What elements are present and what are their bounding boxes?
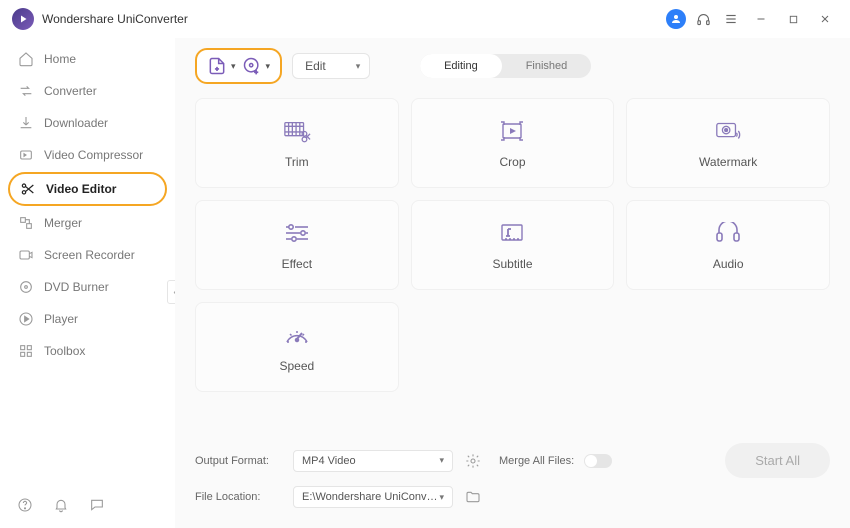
sidebar-item-converter[interactable]: Converter bbox=[8, 76, 167, 106]
converter-icon bbox=[18, 83, 34, 99]
chevron-down-icon: ▾ bbox=[439, 492, 444, 503]
add-file-button[interactable]: ▾ bbox=[207, 56, 236, 76]
scissors-icon bbox=[20, 181, 36, 197]
sidebar-item-label: Converter bbox=[44, 84, 97, 98]
merge-label: Merge All Files: bbox=[499, 455, 574, 467]
user-avatar-icon[interactable] bbox=[666, 9, 686, 29]
card-crop[interactable]: Crop bbox=[411, 98, 615, 188]
help-icon[interactable] bbox=[14, 494, 36, 516]
chevron-down-icon: ▾ bbox=[356, 61, 361, 72]
window-minimize-icon[interactable] bbox=[748, 8, 774, 30]
settings-gear-icon[interactable] bbox=[463, 451, 483, 471]
speed-icon bbox=[283, 321, 311, 349]
tab-editing[interactable]: Editing bbox=[420, 54, 502, 78]
sidebar-item-dvd-burner[interactable]: DVD Burner bbox=[8, 272, 167, 302]
sidebar-item-downloader[interactable]: Downloader bbox=[8, 108, 167, 138]
card-speed[interactable]: Speed bbox=[195, 302, 399, 392]
chevron-down-icon: ▾ bbox=[266, 61, 271, 72]
add-media-group: ▾ ▾ bbox=[195, 48, 282, 84]
card-watermark[interactable]: Watermark bbox=[626, 98, 830, 188]
effect-icon bbox=[283, 219, 311, 247]
sidebar-item-video-editor[interactable]: Video Editor bbox=[8, 172, 167, 206]
headset-icon[interactable] bbox=[692, 8, 714, 30]
disc-icon bbox=[18, 279, 34, 295]
card-subtitle[interactable]: Subtitle bbox=[411, 200, 615, 290]
sidebar-item-label: Player bbox=[44, 312, 78, 326]
chevron-down-icon: ▾ bbox=[231, 61, 236, 72]
app-title: Wondershare UniConverter bbox=[42, 12, 666, 26]
card-label: Audio bbox=[713, 257, 744, 271]
compress-icon bbox=[18, 147, 34, 163]
edit-dropdown-label: Edit bbox=[305, 59, 326, 73]
start-all-button[interactable]: Start All bbox=[725, 443, 830, 478]
card-effect[interactable]: Effect bbox=[195, 200, 399, 290]
chevron-down-icon: ▾ bbox=[439, 455, 444, 466]
home-icon bbox=[18, 51, 34, 67]
watermark-icon bbox=[714, 117, 742, 145]
download-icon bbox=[18, 115, 34, 131]
merge-icon bbox=[18, 215, 34, 231]
menu-icon[interactable] bbox=[720, 8, 742, 30]
window-close-icon[interactable] bbox=[812, 8, 838, 30]
output-format-label: Output Format: bbox=[195, 455, 283, 467]
subtitle-icon bbox=[498, 219, 526, 247]
card-label: Trim bbox=[285, 155, 309, 169]
sidebar-item-compressor[interactable]: Video Compressor bbox=[8, 140, 167, 170]
grid-icon bbox=[18, 343, 34, 359]
card-trim[interactable]: Trim bbox=[195, 98, 399, 188]
card-audio[interactable]: Audio bbox=[626, 200, 830, 290]
sidebar-item-player[interactable]: Player bbox=[8, 304, 167, 334]
card-label: Speed bbox=[279, 359, 314, 373]
record-icon bbox=[18, 247, 34, 263]
output-format-select[interactable]: MP4 Video ▾ bbox=[293, 450, 453, 472]
sidebar-item-label: Home bbox=[44, 52, 76, 66]
card-label: Crop bbox=[499, 155, 525, 169]
output-format-value: MP4 Video bbox=[302, 455, 356, 467]
sidebar-item-label: Screen Recorder bbox=[44, 248, 135, 262]
edit-dropdown[interactable]: Edit ▾ bbox=[292, 53, 370, 79]
sidebar-item-screen-recorder[interactable]: Screen Recorder bbox=[8, 240, 167, 270]
sidebar-item-label: Video Editor bbox=[46, 182, 116, 196]
sidebar-item-label: Toolbox bbox=[44, 344, 85, 358]
file-location-select[interactable]: E:\Wondershare UniConverter ▾ bbox=[293, 486, 453, 508]
sidebar-item-home[interactable]: Home bbox=[8, 44, 167, 74]
sidebar-item-label: Downloader bbox=[44, 116, 108, 130]
merge-toggle[interactable] bbox=[584, 454, 612, 468]
card-label: Subtitle bbox=[492, 257, 532, 271]
play-icon bbox=[18, 311, 34, 327]
bell-icon[interactable] bbox=[50, 494, 72, 516]
tab-finished[interactable]: Finished bbox=[502, 54, 592, 78]
add-disc-button[interactable]: ▾ bbox=[242, 56, 271, 76]
file-location-label: File Location: bbox=[195, 491, 283, 503]
audio-icon bbox=[714, 219, 742, 247]
sidebar-item-label: Merger bbox=[44, 216, 82, 230]
file-location-value: E:\Wondershare UniConverter bbox=[302, 491, 439, 503]
sidebar-item-toolbox[interactable]: Toolbox bbox=[8, 336, 167, 366]
status-tabs: Editing Finished bbox=[420, 54, 591, 78]
sidebar-item-label: Video Compressor bbox=[44, 148, 143, 162]
feedback-icon[interactable] bbox=[86, 494, 108, 516]
app-logo bbox=[12, 8, 34, 30]
open-folder-icon[interactable] bbox=[463, 487, 483, 507]
trim-icon bbox=[283, 117, 311, 145]
card-label: Watermark bbox=[699, 155, 757, 169]
card-label: Effect bbox=[282, 257, 312, 271]
sidebar-item-merger[interactable]: Merger bbox=[8, 208, 167, 238]
window-maximize-icon[interactable] bbox=[780, 8, 806, 30]
crop-icon bbox=[498, 117, 526, 145]
sidebar-item-label: DVD Burner bbox=[44, 280, 109, 294]
